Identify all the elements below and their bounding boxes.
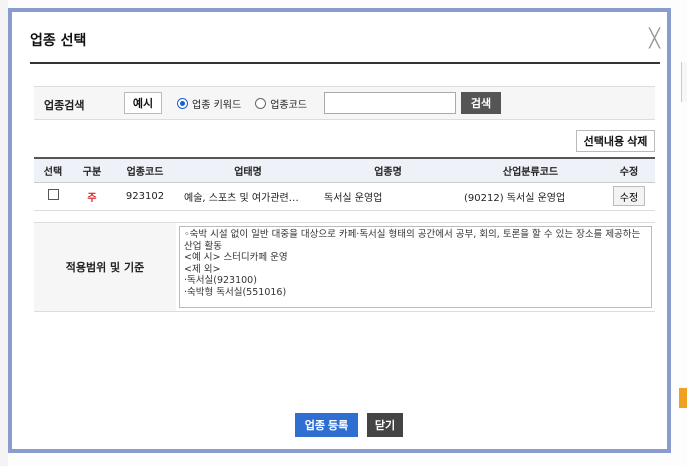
- row-checkbox-cell: [34, 182, 72, 211]
- search-button[interactable]: 검색: [461, 92, 501, 114]
- close-button[interactable]: 닫기: [367, 413, 403, 437]
- col-type: 구분: [72, 157, 112, 183]
- table-header-row: 선택 구분 업종코드 업태명 업종명 산업분류코드 수정: [34, 157, 655, 183]
- row-checkbox[interactable]: [47, 189, 59, 200]
- industry-select-modal: 업종 선택 ╳ 업종검색 예시 업종 키워드 업종코드 검색 선택내용 삭제 선…: [8, 8, 671, 453]
- close-icon[interactable]: ╳: [649, 28, 660, 49]
- search-type-radio-group: 업종 키워드 업종코드: [177, 96, 307, 111]
- modal-title: 업종 선택: [30, 33, 87, 49]
- scope-label: 적용범위 및 기준: [34, 223, 176, 311]
- search-label: 업종검색: [44, 99, 85, 112]
- row-business-type: 예술, 스포츠 및 여가관련…: [178, 182, 318, 211]
- search-row: 업종검색 예시 업종 키워드 업종코드 검색: [34, 86, 655, 120]
- col-select: 선택: [34, 157, 72, 183]
- row-type: 주: [72, 182, 112, 211]
- radio-keyword-label[interactable]: 업종 키워드: [192, 96, 241, 111]
- register-industry-button[interactable]: 업종 등록: [295, 413, 358, 437]
- edit-button[interactable]: 수정: [613, 186, 645, 206]
- search-input[interactable]: [324, 92, 456, 114]
- example-button[interactable]: 예시: [124, 92, 162, 114]
- delete-selected-button[interactable]: 선택내용 삭제: [576, 130, 655, 152]
- row-edit-cell: 수정: [603, 182, 655, 211]
- row-code: 923102: [112, 182, 178, 211]
- row-industry-name: 독서실 운영업: [318, 182, 458, 211]
- col-class-code: 산업분류코드: [458, 157, 603, 183]
- background-right-strip: [681, 62, 687, 102]
- col-industry-name: 업종명: [318, 157, 458, 183]
- table-row: 주 923102 예술, 스포츠 및 여가관련… 독서실 운영업 (90212)…: [34, 182, 655, 211]
- radio-keyword[interactable]: [177, 98, 188, 109]
- col-edit: 수정: [603, 157, 655, 183]
- scope-description: ◦숙박 시설 없이 일반 대중을 대상으로 카페·독서실 형태의 공간에서 공부…: [179, 226, 652, 308]
- row-class-code: (90212) 독서실 운영업: [458, 182, 603, 211]
- col-code: 업종코드: [112, 157, 178, 183]
- col-business-type: 업태명: [178, 157, 318, 183]
- background-left-edge: [0, 0, 8, 466]
- modal-header: 업종 선택 ╳: [30, 28, 660, 64]
- background-right-tab: [679, 388, 687, 408]
- radio-code[interactable]: [255, 98, 267, 109]
- radio-code-label[interactable]: 업종코드: [270, 96, 307, 111]
- industry-table: 선택 구분 업종코드 업태명 업종명 산업분류코드 수정 주 923102 예술…: [34, 157, 655, 211]
- scope-section: 적용범위 및 기준 ◦숙박 시설 없이 일반 대중을 대상으로 카페·독서실 형…: [34, 222, 655, 312]
